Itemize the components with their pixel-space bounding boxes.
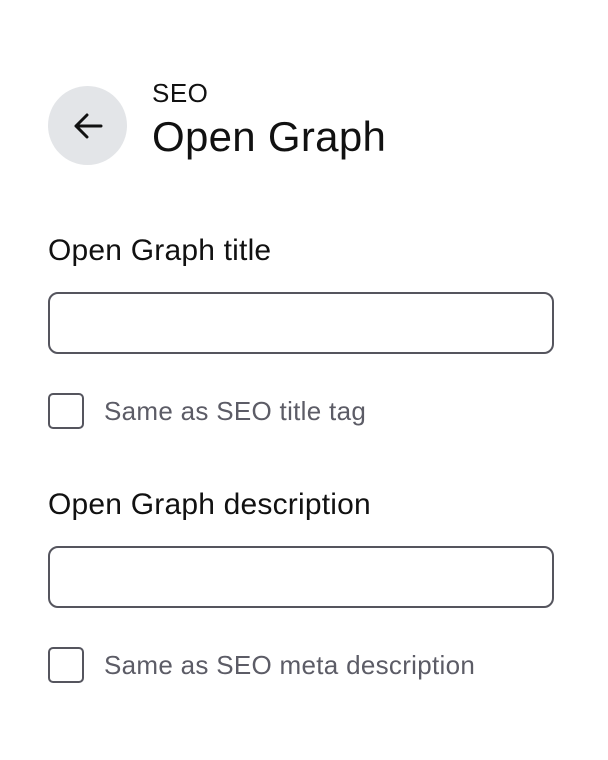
back-button[interactable] [48, 86, 127, 165]
same-as-seo-meta-description-checkbox-row[interactable]: Same as SEO meta description [48, 647, 475, 683]
panel-header: SEO Open Graph [48, 78, 386, 165]
same-as-seo-meta-description-label: Same as SEO meta description [104, 650, 476, 680]
og-description-input[interactable] [48, 546, 554, 608]
same-as-seo-title-label: Same as SEO title tag [104, 396, 367, 426]
header-titles: SEO Open Graph [152, 78, 386, 162]
arrow-left-icon [74, 113, 102, 138]
og-description-label: Open Graph description [48, 488, 371, 521]
same-as-seo-title-checkbox-row[interactable]: Same as SEO title tag [48, 393, 366, 429]
page-title: Open Graph [152, 113, 387, 160]
open-graph-panel: SEO Open Graph Open Graph title Same as … [0, 0, 608, 760]
same-as-seo-title-checkbox[interactable] [48, 393, 84, 429]
same-as-seo-meta-description-checkbox[interactable] [48, 647, 84, 683]
og-title-label: Open Graph title [48, 234, 272, 267]
og-title-input[interactable] [48, 292, 554, 354]
breadcrumb: SEO [152, 78, 209, 108]
